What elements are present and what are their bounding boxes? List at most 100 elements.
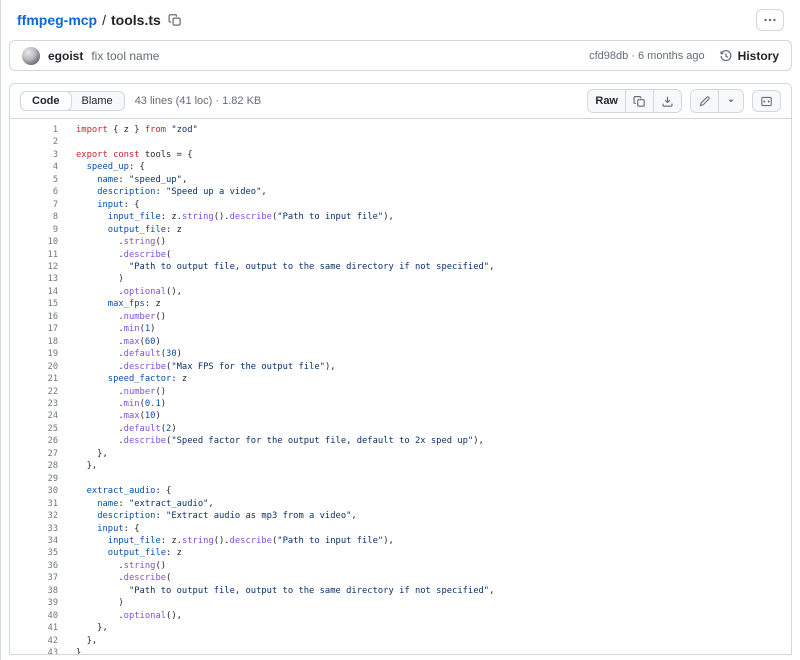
code-line-content: name: "speed_up", (58, 174, 187, 186)
commit-message-link[interactable]: fix tool name (91, 49, 159, 63)
copy-path-button[interactable] (168, 13, 182, 27)
line-number[interactable]: 2 (10, 136, 58, 148)
code-line: 30 extract_audio: { (10, 485, 791, 497)
code-line-content: .optional(), (58, 286, 182, 298)
chevron-down-icon (726, 96, 736, 106)
code-line: 42 }, (10, 635, 791, 647)
code-line: 40 .optional(), (10, 610, 791, 622)
code-line-content: .max(60) (58, 336, 161, 348)
line-number[interactable]: 15 (10, 298, 58, 310)
code-line: 15 max_fps: z (10, 298, 791, 310)
symbols-panel-button[interactable] (752, 90, 781, 112)
line-number[interactable]: 29 (10, 473, 58, 485)
more-options-button[interactable] (756, 9, 784, 31)
history-link[interactable]: History (719, 49, 779, 63)
line-number[interactable]: 9 (10, 224, 58, 236)
line-number[interactable]: 17 (10, 323, 58, 335)
line-number[interactable]: 14 (10, 286, 58, 298)
line-number[interactable]: 5 (10, 174, 58, 186)
line-number[interactable]: 19 (10, 348, 58, 360)
commit-hash-and-time: cfd98db · 6 months ago (589, 50, 705, 62)
code-line: 28 }, (10, 460, 791, 472)
breadcrumb: ffmpeg-mcp / tools.ts (9, 6, 792, 40)
code-line-content: export const tools = { (58, 149, 193, 161)
line-number[interactable]: 21 (10, 373, 58, 385)
line-number[interactable]: 35 (10, 547, 58, 559)
code-line: 2 (10, 136, 791, 148)
line-number[interactable]: 43 (10, 647, 58, 655)
edit-dropdown-button[interactable] (718, 90, 743, 112)
line-number[interactable]: 6 (10, 186, 58, 198)
line-number[interactable]: 34 (10, 535, 58, 547)
line-number[interactable]: 32 (10, 510, 58, 522)
code-line-content: max_fps: z (58, 298, 161, 310)
tab-blame[interactable]: Blame (71, 92, 124, 110)
breadcrumb-separator: / (102, 12, 106, 28)
line-number[interactable]: 23 (10, 398, 58, 410)
commit-author-link[interactable]: egoist (48, 49, 83, 63)
line-number[interactable]: 33 (10, 523, 58, 535)
breadcrumb-repo-link[interactable]: ffmpeg-mcp (17, 12, 97, 28)
line-number[interactable]: 31 (10, 498, 58, 510)
code-line-content: .string() (58, 560, 166, 572)
code-line: 6 description: "Speed up a video", (10, 186, 791, 198)
copy-raw-button[interactable] (625, 90, 653, 112)
raw-button[interactable]: Raw (588, 90, 625, 112)
download-raw-button[interactable] (653, 90, 681, 112)
line-number[interactable]: 3 (10, 149, 58, 161)
code-line: 31 name: "extract_audio", (10, 498, 791, 510)
avatar[interactable] (22, 47, 40, 65)
line-number[interactable]: 36 (10, 560, 58, 572)
code-line-content: "Path to output file, output to the same… (58, 261, 494, 273)
tab-code[interactable]: Code (20, 91, 72, 111)
code-line-content: speed_up: { (58, 161, 145, 173)
line-number[interactable]: 28 (10, 460, 58, 472)
line-number[interactable]: 24 (10, 410, 58, 422)
line-number[interactable]: 7 (10, 199, 58, 211)
line-number[interactable]: 18 (10, 336, 58, 348)
line-number[interactable]: 26 (10, 435, 58, 447)
edit-file-button[interactable] (691, 90, 718, 112)
line-number[interactable]: 38 (10, 585, 58, 597)
line-number[interactable]: 22 (10, 386, 58, 398)
line-number[interactable]: 10 (10, 236, 58, 248)
line-number[interactable]: 42 (10, 635, 58, 647)
code-line: 5 name: "speed_up", (10, 174, 791, 186)
code-symbols-icon (760, 95, 773, 108)
line-number[interactable]: 20 (10, 361, 58, 373)
line-number[interactable]: 13 (10, 273, 58, 285)
code-area: 1import { z } from "zod"2 3export const … (10, 119, 791, 655)
line-number[interactable]: 37 (10, 572, 58, 584)
code-line: 29 (10, 473, 791, 485)
line-number[interactable]: 41 (10, 622, 58, 634)
code-line-content: input: { (58, 523, 140, 535)
file-meta-text: 43 lines (41 loc) · 1.82 KB (135, 95, 262, 107)
line-number[interactable]: 25 (10, 423, 58, 435)
code-line-content: .max(10) (58, 410, 161, 422)
code-line-content: "Path to output file, output to the same… (58, 585, 494, 597)
code-line-content: }, (58, 448, 108, 460)
code-line-content: .default(2) (58, 423, 177, 435)
code-line-content: description: "Speed up a video", (58, 186, 267, 198)
code-line-content: input_file: z.string().describe("Path to… (58, 535, 394, 547)
code-line: 22 .number() (10, 386, 791, 398)
code-line: 7 input: { (10, 199, 791, 211)
line-number[interactable]: 27 (10, 448, 58, 460)
line-number[interactable]: 12 (10, 261, 58, 273)
line-number[interactable]: 4 (10, 161, 58, 173)
toolbar-actions: Raw (587, 89, 781, 113)
line-number[interactable]: 40 (10, 610, 58, 622)
line-number[interactable]: 1 (10, 124, 58, 136)
code-line: 34 input_file: z.string().describe("Path… (10, 535, 791, 547)
line-number[interactable]: 30 (10, 485, 58, 497)
line-number[interactable]: 11 (10, 249, 58, 261)
line-number[interactable]: 39 (10, 597, 58, 609)
line-number[interactable]: 16 (10, 311, 58, 323)
raw-copy-download-group: Raw (587, 89, 682, 113)
code-line-content: .describe("Speed factor for the output f… (58, 435, 484, 447)
code-line: 33 input: { (10, 523, 791, 535)
code-line-content: }, (58, 622, 108, 634)
code-line: 9 output_file: z (10, 224, 791, 236)
code-line: 24 .max(10) (10, 410, 791, 422)
line-number[interactable]: 8 (10, 211, 58, 223)
